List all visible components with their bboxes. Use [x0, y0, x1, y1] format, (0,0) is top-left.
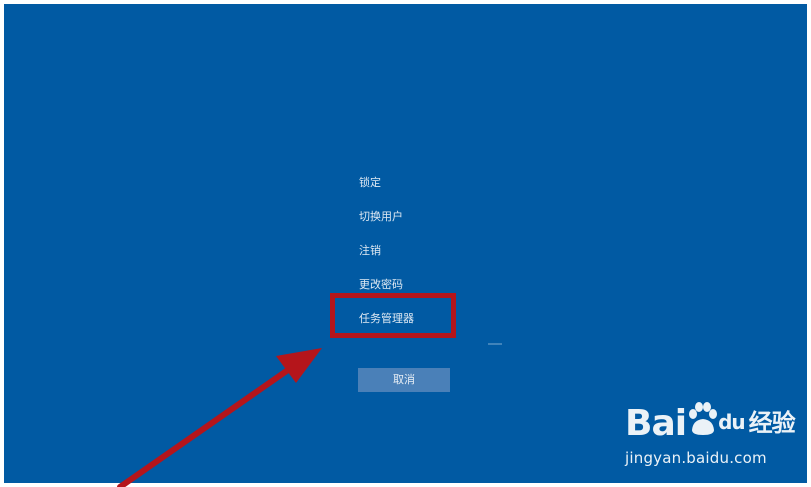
highlight-annotation-box	[330, 293, 456, 338]
menu-item-switch-user[interactable]: 切换用户	[359, 210, 403, 224]
cancel-button[interactable]: 取消	[358, 368, 450, 392]
watermark-logo: Bai du 经验	[625, 402, 796, 447]
lock-screen-background: 锁定 切换用户 注销 更改密码 任务管理器 取消 Bai du 经验 jingya…	[4, 4, 807, 483]
menu-item-sign-out[interactable]: 注销	[359, 244, 381, 258]
cursor-trace	[488, 343, 502, 345]
watermark-url: jingyan.baidu.com	[625, 449, 767, 467]
watermark-logo-part3: 经验	[748, 409, 796, 437]
menu-item-change-password[interactable]: 更改密码	[359, 278, 403, 292]
menu-item-lock[interactable]: 锁定	[359, 176, 381, 190]
watermark-logo-part2: du	[718, 410, 746, 434]
baidu-jingyan-watermark: Bai du 经验 jingyan.baidu.com	[625, 402, 796, 474]
watermark-logo-part1: Bai	[625, 403, 687, 444]
paw-icon	[687, 402, 718, 447]
